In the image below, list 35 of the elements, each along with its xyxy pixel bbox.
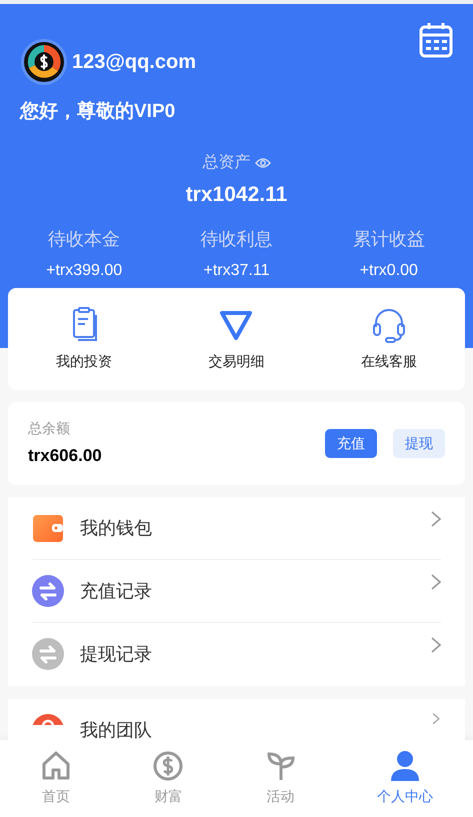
avatar-icon xyxy=(20,38,68,86)
chevron-right-icon xyxy=(431,636,441,652)
email-text: 123@qq.com xyxy=(72,50,196,75)
home-icon xyxy=(40,750,72,782)
withdraw-button[interactable]: 提现 xyxy=(393,428,445,458)
calendar-icon[interactable] xyxy=(419,22,453,58)
exchange-icon xyxy=(32,638,64,670)
menu-item[interactable]: 提现记录 xyxy=(32,622,441,686)
stat-label: 待收利息 xyxy=(199,228,274,251)
menu-item[interactable]: 充值记录 xyxy=(32,560,441,622)
sprout-icon xyxy=(264,750,297,782)
balance-label: 总余额 xyxy=(28,419,71,438)
stat-label: 待收本金 xyxy=(47,228,122,251)
shortcut-label[interactable]: 我的投资 xyxy=(56,350,112,372)
exchange-icon xyxy=(32,574,64,606)
stat-label: 累计收益 xyxy=(352,228,426,251)
greeting-text: 您好，尊敬的VIP0 xyxy=(20,100,176,124)
balance-value: trx606.00 xyxy=(28,445,102,467)
eye-icon[interactable] xyxy=(254,156,270,168)
chevron-right-icon xyxy=(431,510,441,526)
stat-value: +trx37.11 xyxy=(202,261,270,281)
headset-icon[interactable] xyxy=(370,306,407,342)
recharge-button[interactable]: 充值 xyxy=(325,428,377,458)
shortcut-label[interactable]: 在线客服 xyxy=(360,350,417,372)
menu-item[interactable]: 我的钱包 xyxy=(32,496,441,560)
shortcut-label[interactable]: 交易明细 xyxy=(208,350,264,372)
dollar-coin-icon xyxy=(152,750,184,782)
stat-value: +trx0.00 xyxy=(358,261,419,281)
stat-value: +trx399.00 xyxy=(45,261,124,281)
chevron-right-icon xyxy=(431,574,441,590)
person-icon xyxy=(388,750,421,782)
total-assets-label: 总资产 xyxy=(202,152,250,172)
tab-item[interactable]: 个人中心 xyxy=(336,740,473,817)
chevron-right-icon xyxy=(431,712,441,724)
total-assets-value: trx1042.11 xyxy=(186,182,288,206)
